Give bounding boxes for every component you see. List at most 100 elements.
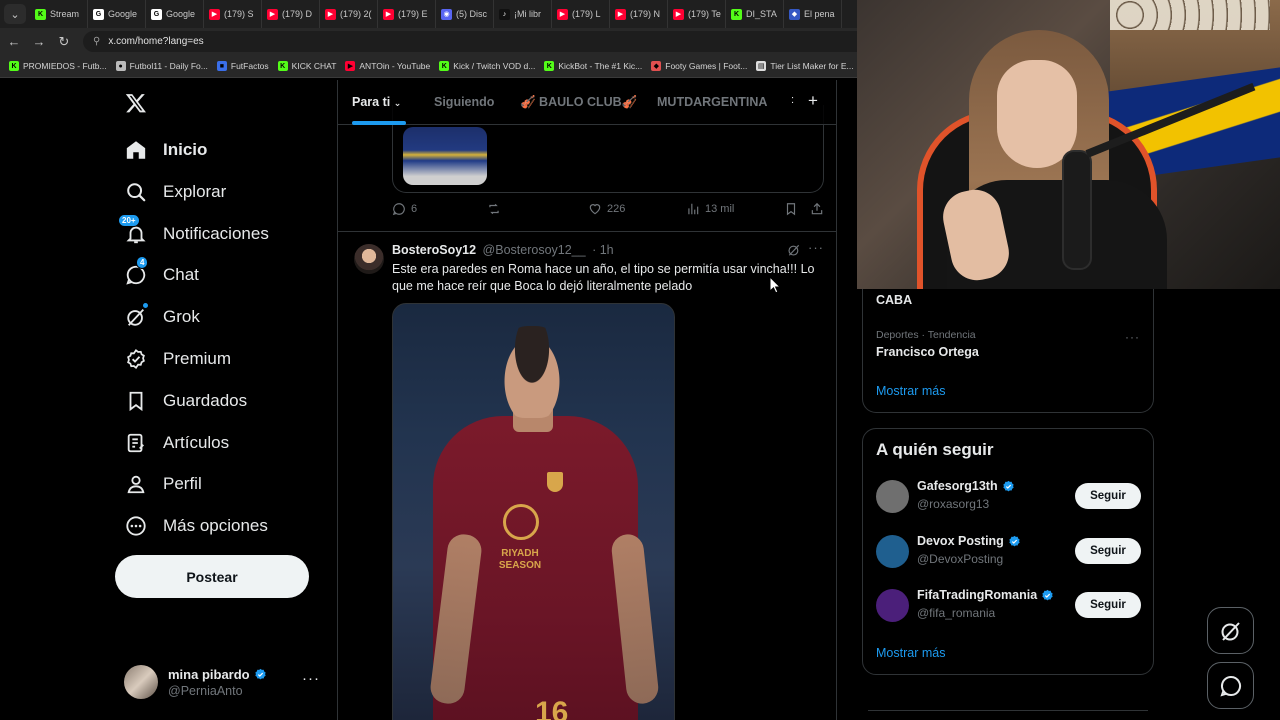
site-info-icon[interactable]: ⚲ [93, 36, 100, 47]
nav-bookmarks[interactable]: Guardados [124, 381, 247, 421]
follow-button[interactable]: Seguir [1075, 538, 1141, 564]
browser-tab[interactable]: ▶ (179) S [204, 0, 262, 28]
suggestion-avatar[interactable] [876, 589, 909, 622]
browser-tab[interactable]: ▶ (179) N [610, 0, 668, 28]
follow-show-more-link[interactable]: Mostrar más [876, 646, 945, 660]
nav-chat[interactable]: 4 Chat [124, 255, 199, 295]
tab-search-button[interactable]: ⌄ [4, 4, 26, 24]
follow-suggestion[interactable]: Devox Posting @DevoxPosting Seguir [876, 531, 1146, 571]
browser-tab-label: (179) S [224, 9, 254, 19]
tweet-author-name[interactable]: BosteroSoy12 [392, 243, 476, 257]
browser-tab[interactable]: G Google [146, 0, 204, 28]
tab-baulo-club[interactable]: 🎻 BAULO CLUB🎻 [520, 95, 637, 110]
suggestion-name[interactable]: FifaTradingRomania [917, 588, 1037, 602]
trend-more-icon[interactable]: ··· [1125, 330, 1140, 344]
forward-icon[interactable]: → [28, 34, 50, 49]
messages-float-button[interactable] [1207, 662, 1254, 709]
browser-tab[interactable]: ▶ (179) L [552, 0, 610, 28]
bookmark-item[interactable]: ▶ ANTOin - YouTube [345, 61, 430, 71]
webcam-overlay [857, 0, 1280, 289]
like-button[interactable]: 226 [588, 202, 625, 216]
notifications-badge: 20+ [118, 214, 140, 227]
browser-tab[interactable]: ▶ (179) 2( [320, 0, 378, 28]
bookmark-item[interactable]: K KickBot - The #1 Kic... [544, 61, 642, 71]
browser-tab-label: (179) E [398, 9, 428, 19]
tweet-author-handle[interactable]: @Bosterosoy12__ [483, 243, 586, 257]
tweet-author-avatar[interactable] [354, 244, 384, 274]
account-more-icon[interactable]: ··· [302, 670, 320, 687]
previous-tweet-thumbnail[interactable] [403, 127, 487, 185]
reload-icon[interactable]: ↻ [53, 34, 75, 50]
tab-following[interactable]: Siguiendo [434, 95, 494, 109]
tweet-more-icon[interactable]: ··· [808, 240, 824, 255]
share-button[interactable] [810, 202, 829, 216]
nav-explore[interactable]: Explorar [124, 172, 226, 212]
tweet-time[interactable]: · 1h [592, 243, 614, 257]
views-icon [688, 203, 699, 215]
tweet-photo[interactable]: RIYADH SEASON 16 [392, 303, 675, 720]
account-name-row: mina pibardo [168, 667, 267, 682]
browser-tab[interactable]: ▶ (179) E [378, 0, 436, 28]
post-button[interactable]: Postear [115, 555, 309, 598]
suggestion-avatar[interactable] [876, 535, 909, 568]
follow-button[interactable]: Seguir [1075, 483, 1141, 509]
suggestion-avatar[interactable] [876, 480, 909, 513]
bookmark-label: KICK CHAT [291, 61, 337, 71]
browser-tab[interactable]: ◉ (5) Disc [436, 0, 494, 28]
trends-show-more-link[interactable]: Mostrar más [876, 384, 945, 398]
grok-float-button[interactable] [1207, 607, 1254, 654]
nav-home[interactable]: Inicio [124, 130, 207, 170]
bookmark-button[interactable] [784, 202, 803, 216]
bookmark-item[interactable]: K Kick / Twitch VOD d... [439, 61, 535, 71]
bookmark-item[interactable]: ◆ Footy Games | Foot... [651, 61, 747, 71]
photo-sponsor-logo [503, 504, 539, 540]
suggestion-name[interactable]: Devox Posting [917, 534, 1004, 548]
follow-button[interactable]: Seguir [1075, 592, 1141, 618]
bookmark-item[interactable]: ■ FutFactos [216, 61, 269, 71]
browser-tab[interactable]: K DI_STA [726, 0, 784, 28]
repost-button[interactable] [486, 202, 507, 216]
browser-tab[interactable]: ▶ (179) D [262, 0, 320, 28]
nav-premium[interactable]: Premium [124, 339, 231, 379]
tab-mutdargentina[interactable]: MUTDARGENTINA [657, 95, 767, 109]
nav-more-options[interactable]: Más opciones [124, 506, 268, 546]
grok-icon [1221, 621, 1240, 641]
tweet[interactable]: BosteroSoy12 @Bosterosoy12__ · 1h ··· Es… [338, 232, 836, 720]
bookmark-item[interactable]: K PROMIEDOS - Futb... [9, 61, 107, 71]
nav-grok[interactable]: Grok [124, 297, 200, 337]
browser-tab[interactable]: K Stream [30, 0, 88, 28]
views-button[interactable]: 13 mil [686, 202, 734, 216]
browser-tab[interactable]: ◆ El pena [784, 0, 842, 28]
bookmark-item[interactable]: ● Futbol11 - Daily Fo... [115, 61, 208, 71]
bookmark-label: ANTOin - YouTube [359, 61, 431, 71]
suggestion-name[interactable]: Gafesorg13th [917, 479, 998, 493]
reply-button[interactable]: 6 [392, 202, 417, 216]
browser-tab[interactable]: G Google [88, 0, 146, 28]
back-icon[interactable]: ← [3, 34, 25, 49]
grok-icon[interactable] [787, 243, 801, 262]
browser-tab[interactable]: ♪ ¡Mi libr [494, 0, 552, 28]
bookmark-item[interactable]: ▤ Tier List Maker for E... [756, 61, 854, 71]
follow-suggestion[interactable]: Gafesorg13th @roxasorg13 Seguir [876, 476, 1146, 516]
browser-tab-label: (5) Disc [456, 9, 487, 19]
trend-name[interactable]: Francisco Ortega [876, 345, 979, 359]
nav-profile[interactable]: Perfil [124, 464, 202, 504]
trend-location[interactable]: CABA [876, 293, 912, 307]
x-logo-icon[interactable] [125, 92, 147, 114]
nav-grok-label: Grok [163, 307, 200, 326]
bookmark-item[interactable]: K KICK CHAT [277, 61, 337, 71]
tab-for-you[interactable]: Para ti ⌄ [352, 95, 401, 109]
nav-notifications[interactable]: 20+ Notificaciones [118, 214, 269, 254]
articles-icon [124, 431, 148, 455]
tabs-scroll-icon[interactable]: : [791, 94, 794, 106]
browser-tab[interactable]: ▶ (179) Te [668, 0, 726, 28]
account-switcher[interactable]: mina pibardo @PerniaAnto ··· [124, 662, 334, 702]
follow-suggestion[interactable]: FifaTradingRomania @fifa_romania Seguir [876, 585, 1146, 625]
add-tab-icon[interactable]: + [808, 91, 818, 111]
views-count: 13 mil [705, 203, 735, 215]
browser-tab-label: (179) Te [688, 9, 721, 19]
kick-icon: K [35, 8, 46, 20]
url-field[interactable]: ⚲ x.com/home?lang=es [83, 31, 913, 52]
verified-icon [1042, 589, 1053, 600]
nav-articles[interactable]: Artículos [124, 423, 229, 463]
